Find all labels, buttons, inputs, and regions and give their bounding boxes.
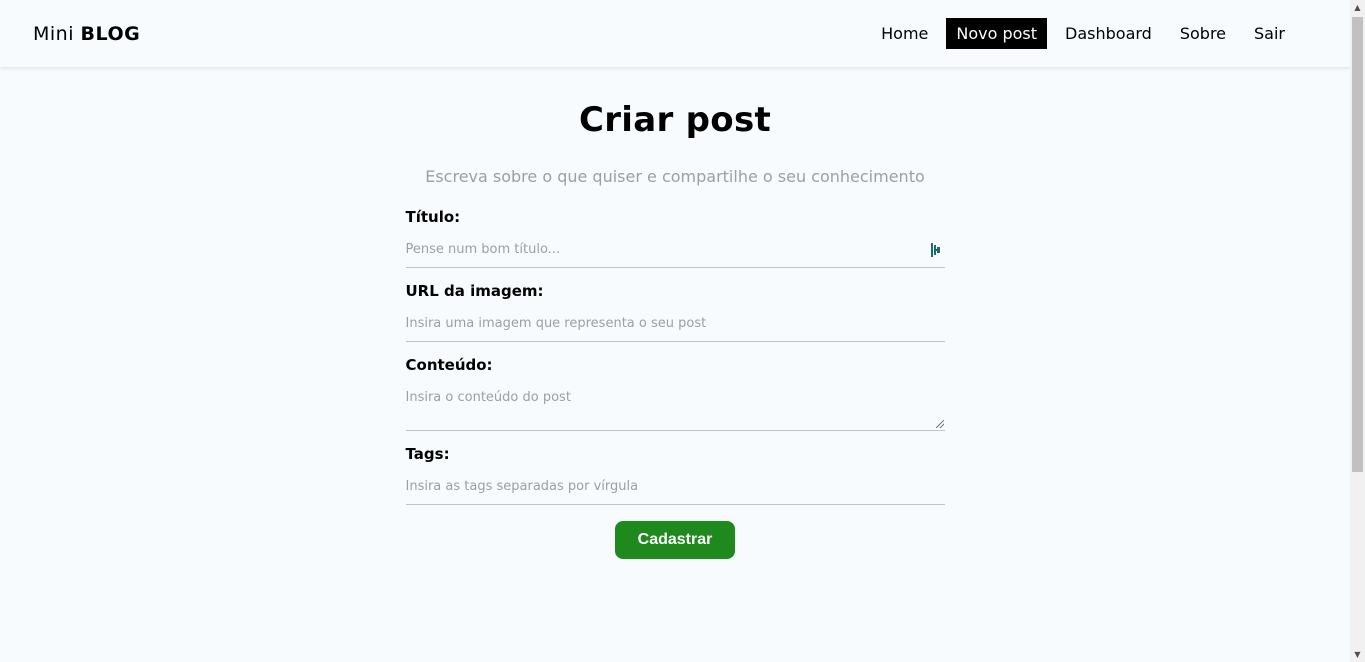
image-url-input[interactable]: [405, 312, 945, 341]
cadastrar-button[interactable]: Cadastrar: [615, 521, 735, 559]
nav-dashboard[interactable]: Dashboard: [1055, 18, 1162, 49]
tags-label: Tags:: [405, 445, 450, 463]
brand-bold: BLOG: [80, 22, 141, 45]
image-url-input-wrap: [405, 312, 945, 342]
brand-light: Mini: [33, 22, 74, 45]
password-manager-icon[interactable]: [930, 243, 941, 257]
main-content: Criar post Escreva sobre o que quiser e …: [0, 67, 1350, 559]
title-input-wrap: [405, 238, 945, 268]
nav-sobre[interactable]: Sobre: [1170, 18, 1236, 49]
nav-links: Home Novo post Dashboard Sobre Sair: [863, 18, 1295, 49]
image-url-label: URL da imagem:: [405, 282, 544, 300]
image-url-field: URL da imagem:: [405, 282, 945, 342]
content-field: Conteúdo:: [405, 356, 945, 431]
scroll-up-arrow-icon[interactable]: ▲: [1350, 0, 1365, 15]
title-label: Título:: [405, 208, 461, 226]
resize-grip-icon[interactable]: [935, 420, 944, 428]
create-post-form: Título: URL da imagem:: [405, 208, 945, 559]
content-textarea[interactable]: [405, 386, 945, 430]
scrollbar-thumb[interactable]: [1352, 17, 1363, 472]
nav-home[interactable]: Home: [871, 18, 938, 49]
tags-input-wrap: [405, 475, 945, 505]
tags-input[interactable]: [405, 475, 945, 504]
brand-logo[interactable]: Mini BLOG: [33, 23, 140, 45]
vertical-scrollbar[interactable]: ▲ ▼: [1350, 0, 1365, 662]
content-label: Conteúdo:: [405, 356, 493, 374]
nav-sair[interactable]: Sair: [1244, 18, 1295, 49]
title-field: Título:: [405, 208, 945, 268]
page-title: Criar post: [578, 100, 772, 140]
submit-wrap: Cadastrar: [406, 521, 945, 559]
nav-novo-post[interactable]: Novo post: [946, 18, 1048, 49]
scroll-down-arrow-icon[interactable]: ▼: [1350, 647, 1365, 662]
tags-field: Tags:: [405, 445, 945, 505]
content-input-wrap: [405, 386, 945, 431]
navbar: Mini BLOG Home Novo post Dashboard Sobre…: [0, 0, 1350, 67]
page: Mini BLOG Home Novo post Dashboard Sobre…: [0, 0, 1350, 662]
page-subtitle: Escreva sobre o que quiser e compartilhe…: [425, 167, 925, 186]
title-input[interactable]: [405, 238, 945, 267]
